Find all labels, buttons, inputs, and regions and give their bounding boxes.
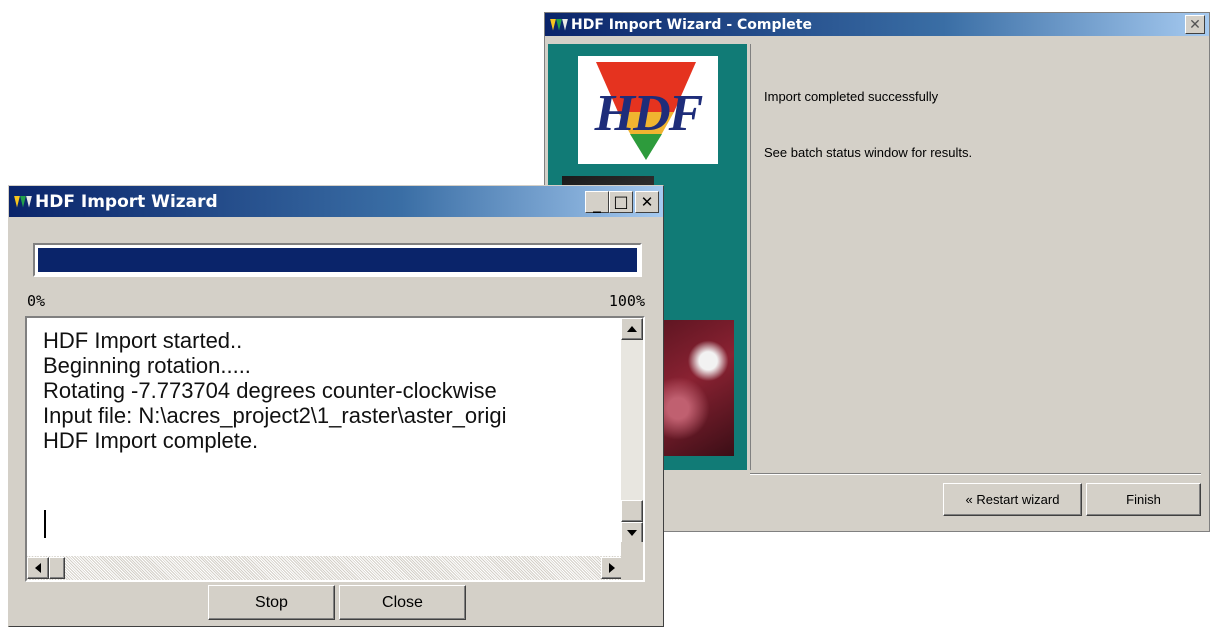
text-caret bbox=[44, 510, 46, 538]
scroll-up-icon[interactable] bbox=[621, 318, 643, 340]
stop-button[interactable]: Stop bbox=[208, 585, 335, 620]
progress-min-label: 0% bbox=[27, 292, 46, 310]
progress-bar bbox=[33, 243, 642, 277]
hdf-logo-text: HDF bbox=[594, 85, 704, 142]
scroll-down-icon[interactable] bbox=[621, 522, 643, 544]
scroll-left-icon[interactable] bbox=[27, 557, 49, 579]
scroll-right-icon[interactable] bbox=[601, 557, 623, 579]
log-line: Beginning rotation..... bbox=[43, 353, 251, 378]
log-line: Input file: N:\acres_project2\1_raster\a… bbox=[43, 403, 507, 428]
import-window-titlebar[interactable]: HDF Import Wizard _ □ ✕ bbox=[9, 186, 663, 217]
log-output[interactable]: HDF Import started.. Beginning rotation.… bbox=[25, 316, 645, 582]
log-line: HDF Import started.. bbox=[43, 328, 243, 353]
scroll-thumb[interactable] bbox=[621, 500, 643, 522]
batch-status-message: See batch status window for results. bbox=[764, 145, 973, 160]
complete-window-titlebar[interactable]: HDF Import Wizard - Complete ✕ bbox=[545, 13, 1209, 36]
button-separator bbox=[750, 473, 1201, 475]
log-line: HDF Import complete. bbox=[43, 428, 259, 453]
import-complete-message: Import completed successfully bbox=[764, 89, 939, 104]
wizard-content: Import completed successfully See batch … bbox=[750, 44, 1202, 470]
progress-max-label: 100% bbox=[608, 292, 645, 310]
import-progress-window: HDF Import Wizard _ □ ✕ 0% 100% HDF Impo… bbox=[8, 185, 664, 627]
vertical-scrollbar[interactable] bbox=[621, 318, 643, 546]
log-lines: HDF Import started.. Beginning rotation.… bbox=[43, 328, 613, 453]
close-button[interactable]: Close bbox=[339, 585, 466, 620]
close-icon[interactable]: ✕ bbox=[1185, 15, 1205, 34]
maximize-icon[interactable]: □ bbox=[609, 191, 633, 213]
close-icon[interactable]: ✕ bbox=[635, 191, 659, 213]
log-line: Rotating -7.773704 degrees counter-clock… bbox=[43, 378, 497, 403]
app-icon bbox=[550, 18, 568, 31]
scrollbar-corner bbox=[621, 542, 643, 580]
hdf-logo: HDF bbox=[578, 56, 718, 164]
finish-button[interactable]: Finish bbox=[1086, 483, 1201, 516]
app-icon bbox=[14, 195, 32, 208]
complete-window-title: HDF Import Wizard - Complete bbox=[571, 16, 812, 33]
minimize-icon[interactable]: _ bbox=[585, 191, 609, 213]
import-window-title: HDF Import Wizard bbox=[35, 191, 218, 212]
restart-wizard-button[interactable]: « Restart wizard bbox=[943, 483, 1082, 516]
progress-fill bbox=[38, 248, 637, 272]
horizontal-scrollbar[interactable] bbox=[27, 556, 623, 580]
scroll-thumb-horizontal[interactable] bbox=[49, 557, 65, 579]
